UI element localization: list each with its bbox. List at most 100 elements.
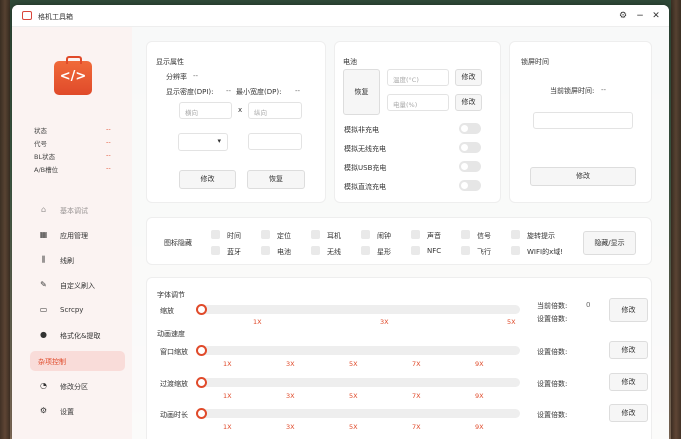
toggle-noncharge[interactable] bbox=[459, 123, 481, 134]
anim-transition-set-label: 设置倍数: bbox=[537, 380, 568, 388]
checkbox-wifi[interactable] bbox=[511, 246, 520, 255]
title-bar: 格机工具箱 ⚙ − ✕ bbox=[12, 5, 669, 27]
font-scale-knob[interactable] bbox=[196, 304, 207, 315]
font-anim-card: 字体调节 缩放 1X 3X 5X 当前倍数: 0 设置倍数: 修改 动画速度 窗… bbox=[146, 277, 652, 439]
checkbox-alarm[interactable] bbox=[361, 230, 370, 239]
minimize-button[interactable]: − bbox=[634, 10, 646, 22]
battery-temp-input[interactable]: 温度(°C) bbox=[387, 69, 449, 86]
hide-show-button[interactable]: 隐藏/显示 bbox=[583, 231, 636, 255]
checkbox-nfc[interactable] bbox=[411, 246, 420, 255]
anim-transition-modify-button[interactable]: 修改 bbox=[609, 373, 648, 391]
battery-temp-modify-button[interactable]: 修改 bbox=[455, 69, 482, 86]
user-icon: ● bbox=[40, 330, 47, 339]
checkbox-label: 声音 bbox=[427, 232, 441, 240]
checkbox-bluetooth[interactable] bbox=[211, 246, 220, 255]
checkbox-location[interactable] bbox=[261, 230, 270, 239]
nav-settings[interactable]: ⚙ 设置 bbox=[30, 401, 125, 421]
lock-time-card: 锁屏时间 当前锁屏时间: -- 修改 bbox=[509, 41, 652, 203]
nav-misc-control[interactable]: 杂项控制 bbox=[30, 351, 125, 371]
nav-custom-flash[interactable]: ✎ 自定义刷入 bbox=[30, 275, 125, 295]
dpi-input[interactable] bbox=[248, 133, 302, 150]
resolution-label: 分辨率 bbox=[166, 73, 187, 81]
anim-tick: 5X bbox=[349, 392, 358, 400]
anim-transition-knob[interactable] bbox=[196, 377, 207, 388]
checkbox-sound[interactable] bbox=[411, 230, 420, 239]
battery-card: 电池 恢复 温度(°C) 修改 电量(%) 修改 模拟非充电 模拟无线充电 模拟… bbox=[334, 41, 501, 203]
dpi-dropdown[interactable] bbox=[178, 133, 228, 151]
battery-heading: 电池 bbox=[343, 58, 357, 66]
anim-window-knob[interactable] bbox=[196, 345, 207, 356]
checkbox-battery[interactable] bbox=[261, 246, 270, 255]
close-button[interactable]: ✕ bbox=[650, 10, 662, 22]
nav-partition[interactable]: ◔ 修改分区 bbox=[30, 376, 125, 396]
checkbox-wireless[interactable] bbox=[311, 246, 320, 255]
lock-current-label: 当前锁屏时间: bbox=[550, 87, 595, 95]
checkbox-label: 闹钟 bbox=[377, 232, 391, 240]
anim-duration-set-label: 设置倍数: bbox=[537, 411, 568, 419]
anim-window-slider[interactable] bbox=[200, 346, 520, 355]
anim-tick: 1X bbox=[223, 392, 232, 400]
info-value-codename: -- bbox=[106, 138, 111, 146]
anim-tick: 1X bbox=[223, 360, 232, 368]
checkbox-label: 飞行 bbox=[477, 248, 491, 256]
anim-transition-slider[interactable] bbox=[200, 378, 520, 387]
font-tick: 1X bbox=[253, 318, 262, 326]
checkbox-label: 电池 bbox=[277, 248, 291, 256]
checkbox-label: 信号 bbox=[477, 232, 491, 240]
battery-level-modify-button[interactable]: 修改 bbox=[455, 94, 482, 111]
anim-tick: 7X bbox=[412, 360, 421, 368]
anim-transition-label: 过渡缩放 bbox=[160, 380, 188, 388]
anim-window-modify-button[interactable]: 修改 bbox=[609, 341, 648, 359]
anim-duration-label: 动画时长 bbox=[160, 411, 188, 419]
info-label-status: 状态 bbox=[34, 127, 47, 135]
checkbox-time[interactable] bbox=[211, 230, 220, 239]
lock-time-input[interactable] bbox=[533, 112, 633, 129]
font-scale-label: 缩放 bbox=[160, 307, 174, 315]
icon-hide-label: 图标隐藏 bbox=[164, 239, 192, 247]
font-current-label: 当前倍数: bbox=[537, 302, 568, 310]
display-restore-button[interactable]: 恢复 bbox=[247, 170, 305, 189]
anim-tick: 1X bbox=[223, 423, 232, 431]
anim-duration-modify-button[interactable]: 修改 bbox=[609, 404, 648, 422]
checkbox-airplane[interactable] bbox=[461, 246, 470, 255]
info-value-status: -- bbox=[106, 125, 111, 133]
checkbox-label: WIFI的x域! bbox=[527, 248, 564, 256]
checkbox-headset[interactable] bbox=[311, 230, 320, 239]
font-tick: 3X bbox=[380, 318, 389, 326]
toggle-wireless[interactable] bbox=[459, 142, 481, 153]
anim-duration-slider[interactable] bbox=[200, 409, 520, 418]
dpi-label: 显示密度(DPI): bbox=[166, 88, 214, 96]
home-icon: ⌂ bbox=[40, 205, 47, 214]
font-current-value: 0 bbox=[586, 301, 591, 309]
nav-scrcpy[interactable]: ▭ Scrcpy bbox=[30, 300, 125, 320]
nav-basic-debug[interactable]: ⌂ 基本调试 bbox=[30, 200, 125, 220]
anim-window-set-label: 设置倍数: bbox=[537, 348, 568, 356]
toggle-dc[interactable] bbox=[459, 180, 481, 191]
app-logo: </> bbox=[54, 56, 92, 95]
height-input[interactable]: 纵向 bbox=[248, 102, 302, 119]
lock-heading: 锁屏时间 bbox=[521, 58, 549, 66]
toggle-label-wireless: 模拟无线充电 bbox=[344, 145, 386, 153]
display-modify-button[interactable]: 修改 bbox=[179, 170, 236, 189]
anim-duration-knob[interactable] bbox=[196, 408, 207, 419]
toggle-label-usb: 模拟USB充电 bbox=[344, 164, 387, 172]
nav-app-manage[interactable]: ▦ 应用管理 bbox=[30, 225, 125, 245]
width-input[interactable]: 横向 bbox=[179, 102, 232, 119]
font-modify-button[interactable]: 修改 bbox=[609, 298, 648, 322]
lock-modify-button[interactable]: 修改 bbox=[530, 167, 636, 186]
anim-tick: 7X bbox=[412, 423, 421, 431]
info-value-bl: -- bbox=[106, 151, 111, 159]
nav-flash[interactable]: ⫼ 线刷 bbox=[30, 250, 125, 270]
window-title: 格机工具箱 bbox=[38, 13, 73, 21]
checkbox-rotate[interactable] bbox=[511, 230, 520, 239]
checkbox-star[interactable] bbox=[361, 246, 370, 255]
anim-tick: 5X bbox=[349, 423, 358, 431]
toggle-usb[interactable] bbox=[459, 161, 481, 172]
checkbox-signal[interactable] bbox=[461, 230, 470, 239]
nav-format[interactable]: ● 格式化&提取 bbox=[30, 325, 125, 345]
font-scale-slider[interactable] bbox=[200, 305, 520, 314]
battery-restore-button[interactable]: 恢复 bbox=[343, 69, 380, 115]
anim-tick: 3X bbox=[286, 360, 295, 368]
battery-level-input[interactable]: 电量(%) bbox=[387, 94, 449, 111]
gear-icon[interactable]: ⚙ bbox=[617, 10, 629, 22]
